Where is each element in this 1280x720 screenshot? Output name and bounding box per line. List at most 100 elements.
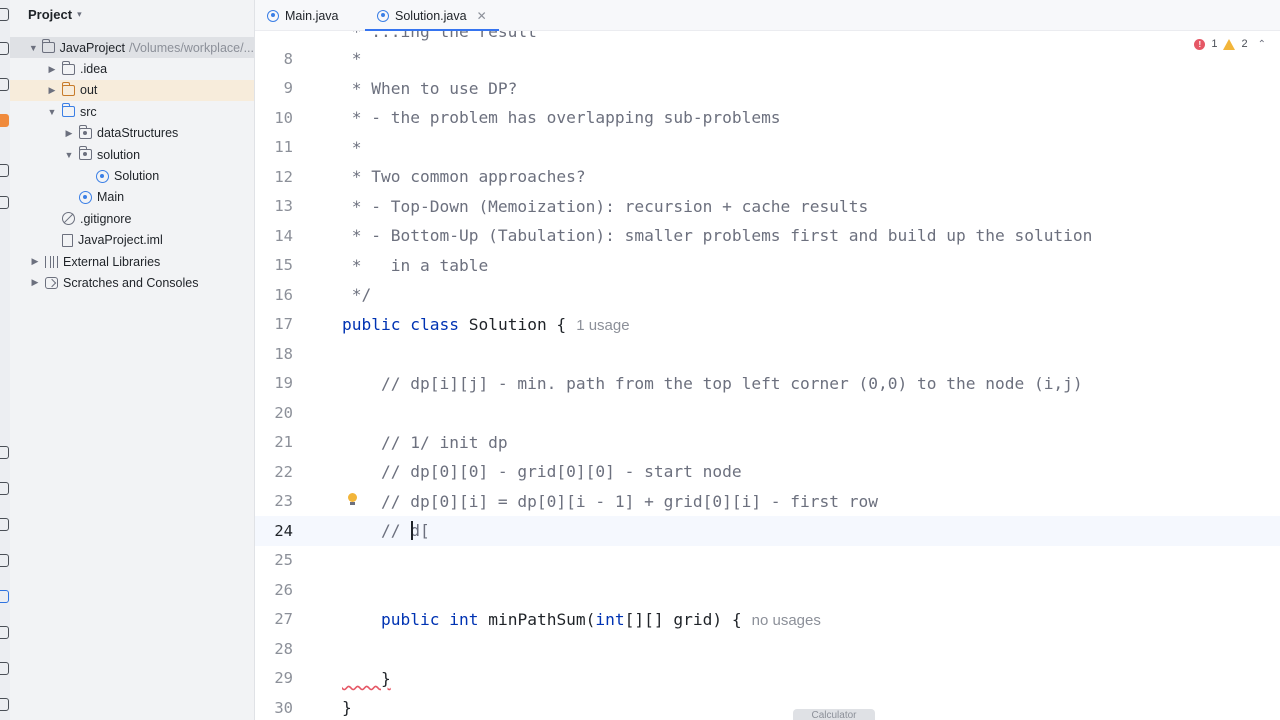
tree-item-label: Solution <box>114 169 160 184</box>
tree-item-main[interactable]: Main <box>10 187 254 208</box>
line-number[interactable]: 11 <box>255 138 293 156</box>
close-tab-icon[interactable]: ✕ <box>477 9 487 23</box>
chevron-down-icon[interactable]: ▼ <box>62 150 76 160</box>
line-number[interactable]: 14 <box>255 227 293 245</box>
code-text: * - the problem has overlapping sub-prob… <box>342 108 781 128</box>
line-number[interactable]: 15 <box>255 256 293 274</box>
tree-item-solution-class[interactable]: Solution <box>10 165 254 186</box>
java-class-icon <box>267 9 279 22</box>
chevron-down-icon[interactable]: ▾ <box>77 9 82 20</box>
tool-window-strip <box>0 0 10 720</box>
line-number[interactable]: 13 <box>255 197 293 215</box>
code-line: 19 // dp[i][j] - min. path from the top … <box>255 369 1280 399</box>
chevron-right-icon[interactable]: ▶ <box>28 256 42 267</box>
tree-item-external-libraries[interactable]: ▶ External Libraries <box>10 251 254 272</box>
plugins-tool-icon[interactable] <box>0 590 9 603</box>
line-number[interactable]: 9 <box>255 79 293 97</box>
chevron-right-icon[interactable]: ▶ <box>28 277 42 288</box>
chevron-right-icon[interactable]: ▶ <box>62 128 76 139</box>
chevron-right-icon[interactable]: ▶ <box>45 85 59 96</box>
tree-item-solution-package[interactable]: ▼ solution <box>10 144 254 165</box>
code-line: 27 public int minPathSum(int[][] grid) {… <box>255 605 1280 635</box>
line-number[interactable]: 21 <box>255 433 293 451</box>
line-number[interactable]: 19 <box>255 374 293 392</box>
file-icon <box>62 233 73 247</box>
line-number[interactable]: 8 <box>255 50 293 68</box>
code-line: 28 <box>255 634 1280 664</box>
code-text: * ...ing the result <box>342 31 537 42</box>
project-tool-icon[interactable] <box>0 8 9 21</box>
code-line: 9 * When to use DP? <box>255 74 1280 104</box>
line-number[interactable]: 16 <box>255 286 293 304</box>
tree-item-label: JavaProject.iml <box>78 233 163 248</box>
code-text: } <box>342 698 352 718</box>
tree-item-javaproject[interactable]: ▼ JavaProject /Volumes/workplace/... <box>10 37 254 59</box>
keyword: public <box>342 314 401 334</box>
code-line: 24 // d[ <box>255 516 1280 546</box>
tab-solution-java[interactable]: Solution.java ✕ <box>365 0 499 31</box>
chevron-down-icon[interactable]: ▼ <box>28 43 39 53</box>
code-text: // d[ <box>342 521 430 541</box>
line-number[interactable]: 30 <box>255 699 293 717</box>
line-number[interactable]: 25 <box>255 551 293 569</box>
code-line: 8 * <box>255 44 1280 74</box>
usage-hint[interactable]: 1 usage <box>576 317 629 334</box>
code-text: * <box>342 49 362 69</box>
chevron-right-icon[interactable]: ▶ <box>45 64 59 75</box>
debug-tool-icon[interactable] <box>0 554 9 567</box>
tree-item-gitignore[interactable]: .gitignore <box>10 208 254 229</box>
line-number[interactable]: 10 <box>255 109 293 127</box>
tab-label: Solution.java <box>395 8 467 23</box>
project-tree: ▼ JavaProject /Volumes/workplace/... ▶ .… <box>10 37 254 294</box>
tree-item-datastructures[interactable]: ▶ dataStructures <box>10 123 254 144</box>
structure-tool-icon[interactable] <box>0 164 9 177</box>
module-folder-icon <box>41 39 55 54</box>
project-panel-header[interactable]: Project ▾ <box>28 7 82 22</box>
code-text: */ <box>342 285 372 305</box>
code-area[interactable]: * ...ing the result 8 * 9 * When to use D… <box>255 31 1280 720</box>
git-tool-icon[interactable] <box>0 114 9 127</box>
line-number[interactable]: 29 <box>255 669 293 687</box>
java-class-icon <box>377 9 389 22</box>
services-tool-icon[interactable] <box>0 446 9 459</box>
code-text: * in a table <box>342 255 489 275</box>
line-number[interactable]: 28 <box>255 640 293 658</box>
tree-item-label: JavaProject <box>59 40 125 55</box>
code-editor: Main.java Solution.java ✕ ! 1 2 ⌃ * ...i… <box>255 0 1280 720</box>
line-number[interactable]: 12 <box>255 168 293 186</box>
line-number[interactable]: 22 <box>255 463 293 481</box>
code-line: 11 * <box>255 133 1280 163</box>
code-text: // dp[0][i] = dp[0][i - 1] + grid[0][i] … <box>342 491 879 511</box>
line-number[interactable]: 18 <box>255 345 293 363</box>
line-number[interactable]: 27 <box>255 610 293 628</box>
line-number[interactable]: 26 <box>255 581 293 599</box>
tree-item-out[interactable]: ▶ out <box>10 79 254 102</box>
problems-tool-icon[interactable] <box>0 626 9 639</box>
tree-item-idea[interactable]: ▶ .idea <box>10 58 254 79</box>
line-number[interactable]: 23 <box>255 492 293 510</box>
line-number[interactable]: 24 <box>255 522 293 540</box>
code-line: 30} <box>255 693 1280 720</box>
code-text: * - Top-Down (Memoization): recursion + … <box>342 196 869 216</box>
more-tools-icon[interactable] <box>0 196 9 209</box>
tab-main-java[interactable]: Main.java <box>255 0 351 31</box>
notifications-tool-icon[interactable] <box>0 662 9 675</box>
tree-item-scratches[interactable]: ▶ Scratches and Consoles <box>10 272 254 293</box>
folder-icon <box>62 60 75 75</box>
line-number[interactable]: 17 <box>255 315 293 333</box>
project-path: /Volumes/workplace/... <box>128 40 254 55</box>
code-line: 15 * in a table <box>255 251 1280 281</box>
run-tool-icon[interactable] <box>0 518 9 531</box>
version-control-tool-icon[interactable] <box>0 698 9 711</box>
tree-item-src[interactable]: ▼ src <box>10 101 254 122</box>
usage-hint[interactable]: no usages <box>752 612 821 629</box>
bookmarks-tool-icon[interactable] <box>0 78 9 91</box>
chevron-down-icon[interactable]: ▼ <box>45 107 59 117</box>
tree-item-iml[interactable]: JavaProject.iml <box>10 230 254 251</box>
lightbulb-icon[interactable] <box>347 492 358 506</box>
terminal-tool-icon[interactable] <box>0 482 9 495</box>
tree-item-label: out <box>80 83 98 98</box>
code-line: 23 // dp[0][i] = dp[0][i - 1] + grid[0][… <box>255 487 1280 517</box>
line-number[interactable]: 20 <box>255 404 293 422</box>
commit-tool-icon[interactable] <box>0 42 9 55</box>
